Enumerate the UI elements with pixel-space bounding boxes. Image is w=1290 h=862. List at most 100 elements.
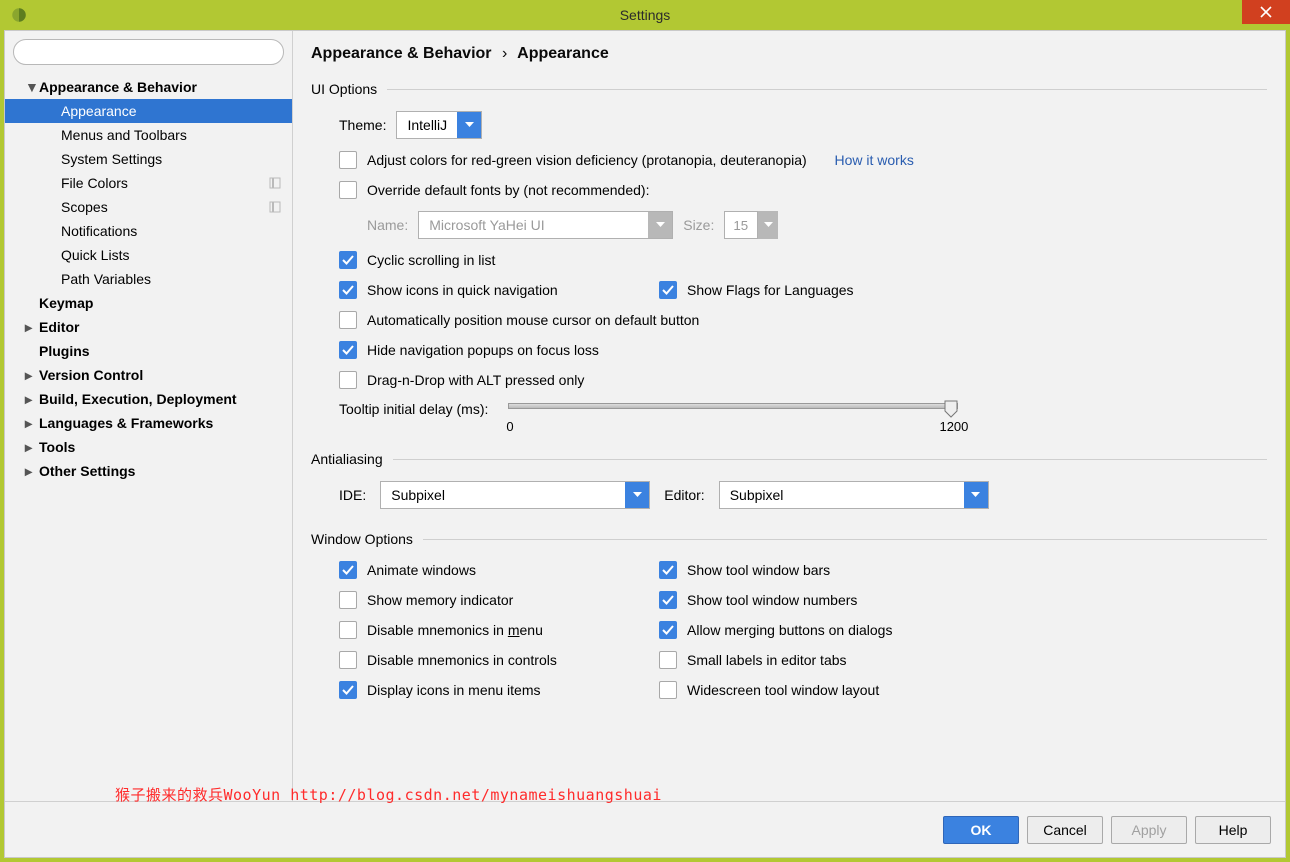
breadcrumb-category: Appearance & Behavior — [311, 45, 492, 62]
label-tool-bars: Show tool window bars — [687, 562, 830, 578]
label-mnemonics-controls: Disable mnemonics in controls — [367, 652, 557, 668]
tree-item-notifications[interactable]: ▸Notifications — [5, 219, 292, 243]
checkbox-widescreen[interactable] — [659, 681, 677, 699]
divider — [423, 539, 1267, 540]
main-area: ▼Appearance & Behavior▸Appearance▸Menus … — [5, 31, 1285, 801]
tree-item-languages-frameworks[interactable]: ▸Languages & Frameworks — [5, 411, 292, 435]
group-window-options: Window Options — [311, 531, 1267, 547]
divider — [393, 459, 1267, 460]
tree-item-system-settings[interactable]: ▸System Settings — [5, 147, 292, 171]
label-tool-numbers: Show tool window numbers — [687, 592, 857, 608]
checkbox-hide-popup[interactable] — [339, 341, 357, 359]
watermark-text: 猴子搬来的救兵WooYun http://blog.csdn.net/mynam… — [115, 784, 662, 805]
antialiasing-body: IDE: Subpixel Editor: Subpixel — [311, 481, 1267, 509]
tooltip-delay-slider[interactable]: 0 1200 — [508, 401, 958, 429]
label-dnd-alt: Drag-n-Drop with ALT pressed only — [367, 372, 584, 388]
label-icons-quicknav: Show icons in quick navigation — [367, 282, 558, 298]
divider — [387, 89, 1267, 90]
label-small-labels: Small labels in editor tabs — [687, 652, 847, 668]
tree-item-appearance[interactable]: ▸Appearance — [5, 99, 292, 123]
aa-ide-value: Subpixel — [381, 487, 455, 503]
checkbox-adjust-colors[interactable] — [339, 151, 357, 169]
checkbox-flags-lang[interactable] — [659, 281, 677, 299]
checkbox-small-labels[interactable] — [659, 651, 677, 669]
cancel-button[interactable]: Cancel — [1027, 816, 1103, 844]
theme-dropdown[interactable]: IntelliJ — [396, 111, 482, 139]
tree-item-appearance-behavior[interactable]: ▼Appearance & Behavior — [5, 75, 292, 99]
tree-item-tools[interactable]: ▸Tools — [5, 435, 292, 459]
group-ui-options-label: UI Options — [311, 81, 377, 97]
checkbox-animate-windows[interactable] — [339, 561, 357, 579]
label-mnemonics-menu: Disable mnemonics in menu — [367, 622, 543, 638]
apply-button[interactable]: Apply — [1111, 816, 1187, 844]
app-icon — [10, 6, 28, 24]
settings-tree[interactable]: ▼Appearance & Behavior▸Appearance▸Menus … — [5, 73, 292, 801]
tree-item-keymap[interactable]: ▸Keymap — [5, 291, 292, 315]
checkbox-memory-indicator[interactable] — [339, 591, 357, 609]
label-override-fonts: Override default fonts by (not recommend… — [367, 182, 649, 198]
breadcrumb-page: Appearance — [517, 45, 609, 62]
checkbox-mnemonics-controls[interactable] — [339, 651, 357, 669]
label-memory-indicator: Show memory indicator — [367, 592, 513, 608]
theme-value: IntelliJ — [397, 117, 457, 133]
chevron-down-icon — [964, 482, 988, 508]
checkbox-tool-numbers[interactable] — [659, 591, 677, 609]
tree-item-menus-and-toolbars[interactable]: ▸Menus and Toolbars — [5, 123, 292, 147]
help-button[interactable]: Help — [1195, 816, 1271, 844]
font-name-value: Microsoft YaHei UI — [419, 217, 554, 233]
label-adjust-colors: Adjust colors for red-green vision defic… — [367, 152, 807, 168]
label-cyclic: Cyclic scrolling in list — [367, 252, 495, 268]
font-size-label: Size: — [683, 217, 714, 233]
window-options-body: Animate windows Show tool window bars Sh… — [311, 561, 1267, 699]
aa-editor-dropdown[interactable]: Subpixel — [719, 481, 989, 509]
tree-item-quick-lists[interactable]: ▸Quick Lists — [5, 243, 292, 267]
group-window-options-label: Window Options — [311, 531, 413, 547]
tree-item-scopes[interactable]: ▸Scopes — [5, 195, 292, 219]
project-icon — [268, 176, 282, 190]
group-antialiasing: Antialiasing — [311, 451, 1267, 467]
title-bar: Settings — [0, 0, 1290, 30]
checkbox-icons-menu[interactable] — [339, 681, 357, 699]
font-size-input — [724, 211, 758, 239]
tree-item-editor[interactable]: ▸Editor — [5, 315, 292, 339]
checkbox-cyclic[interactable] — [339, 251, 357, 269]
chevron-down-icon — [648, 212, 672, 238]
aa-editor-label: Editor: — [664, 487, 704, 503]
tree-item-plugins[interactable]: ▸Plugins — [5, 339, 292, 363]
checkbox-merge-dialogs[interactable] — [659, 621, 677, 639]
tree-item-other-settings[interactable]: ▸Other Settings — [5, 459, 292, 483]
slider-min: 0 — [506, 419, 513, 434]
ok-button[interactable]: OK — [943, 816, 1019, 844]
tooltip-delay-label: Tooltip initial delay (ms): — [339, 401, 488, 417]
tree-item-path-variables[interactable]: ▸Path Variables — [5, 267, 292, 291]
checkbox-icons-quicknav[interactable] — [339, 281, 357, 299]
close-button[interactable] — [1242, 0, 1290, 24]
checkbox-override-fonts[interactable] — [339, 181, 357, 199]
label-flags-lang: Show Flags for Languages — [687, 282, 854, 298]
chevron-down-icon — [625, 482, 649, 508]
checkbox-auto-mouse[interactable] — [339, 311, 357, 329]
tree-item-file-colors[interactable]: ▸File Colors — [5, 171, 292, 195]
close-icon — [1260, 6, 1272, 18]
checkbox-tool-bars[interactable] — [659, 561, 677, 579]
group-antialiasing-label: Antialiasing — [311, 451, 383, 467]
breadcrumb: Appearance & Behavior › Appearance — [311, 45, 1267, 63]
slider-thumb-icon — [944, 400, 958, 418]
ui-options-body: Theme: IntelliJ Adjust colors for red-gr… — [311, 111, 1267, 429]
checkbox-mnemonics-menu[interactable] — [339, 621, 357, 639]
window-title: Settings — [620, 7, 671, 23]
tree-item-build-execution-deployment[interactable]: ▸Build, Execution, Deployment — [5, 387, 292, 411]
how-it-works-link[interactable]: How it works — [834, 152, 913, 168]
font-name-label: Name: — [367, 217, 408, 233]
label-merge-dialogs: Allow merging buttons on dialogs — [687, 622, 892, 638]
window-body: ▼Appearance & Behavior▸Appearance▸Menus … — [4, 30, 1286, 858]
aa-ide-dropdown[interactable]: Subpixel — [380, 481, 650, 509]
tree-item-version-control[interactable]: ▸Version Control — [5, 363, 292, 387]
search-input[interactable] — [13, 39, 284, 65]
checkbox-dnd-alt[interactable] — [339, 371, 357, 389]
breadcrumb-separator: › — [502, 45, 507, 62]
theme-label: Theme: — [339, 117, 386, 133]
font-name-dropdown: Microsoft YaHei UI — [418, 211, 673, 239]
sidebar: ▼Appearance & Behavior▸Appearance▸Menus … — [5, 31, 293, 801]
slider-max: 1200 — [939, 419, 968, 434]
